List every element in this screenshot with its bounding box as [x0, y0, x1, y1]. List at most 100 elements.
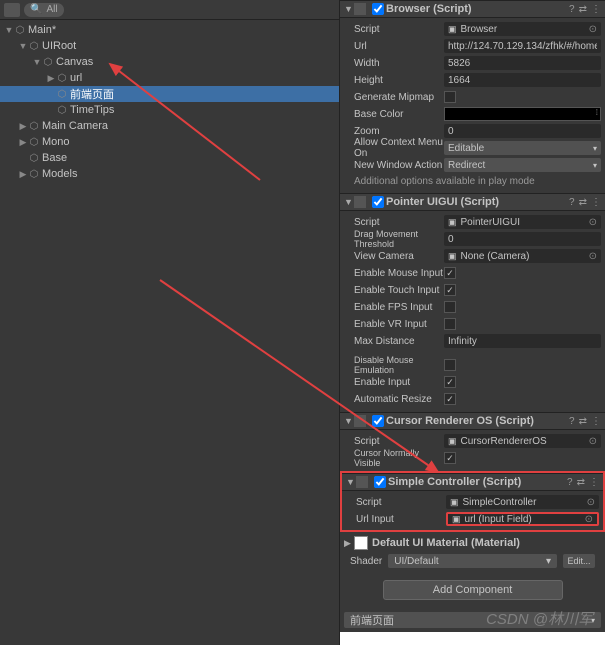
- menu-icon[interactable]: ⋮: [591, 197, 601, 208]
- edit-button[interactable]: Edit...: [563, 554, 595, 568]
- input-checkbox[interactable]: [444, 376, 456, 388]
- help-icon[interactable]: ?: [569, 197, 575, 208]
- maxdist-input[interactable]: [444, 334, 601, 348]
- enable-checkbox[interactable]: [372, 196, 384, 208]
- scene-name: Main*: [28, 24, 56, 36]
- tree-item-canvas[interactable]: ▼Canvas: [0, 54, 339, 70]
- object-picker-icon[interactable]: ⊙: [589, 251, 597, 262]
- camera-field[interactable]: None (Camera)⊙: [444, 249, 601, 263]
- material-preview[interactable]: [354, 536, 368, 550]
- tree-item-timetips[interactable]: TimeTips: [0, 102, 339, 118]
- expand-arrow[interactable]: ▶: [18, 121, 28, 132]
- preset-icon[interactable]: ⇄: [579, 4, 587, 15]
- script-field[interactable]: PointerUIGUI⊙: [444, 215, 601, 229]
- scene-icon: [14, 24, 26, 36]
- component-browser: ▼ Browser (Script) ?⇄⋮ ScriptBrowser⊙ Ur…: [340, 0, 605, 191]
- url-input-field[interactable]: url (Input Field)⊙: [446, 512, 599, 526]
- preset-icon[interactable]: ⇄: [579, 197, 587, 208]
- menu-icon[interactable]: ⋮: [589, 477, 599, 488]
- vr-checkbox[interactable]: [444, 318, 456, 330]
- tree-item-selected[interactable]: 前端页面: [0, 86, 339, 102]
- resize-checkbox[interactable]: [444, 393, 456, 405]
- width-input[interactable]: [444, 56, 601, 70]
- script-field[interactable]: CursorRendererOS⊙: [444, 434, 601, 448]
- bottom-dropdown[interactable]: 前端页面: [344, 612, 601, 628]
- menu-icon[interactable]: ⋮: [591, 4, 601, 15]
- tree-item-uiroot[interactable]: ▼UIRoot: [0, 38, 339, 54]
- gameobject-icon: [56, 104, 68, 116]
- add-component-button[interactable]: Add Component: [383, 580, 563, 600]
- component-header[interactable]: ▼ Cursor Renderer OS (Script) ?⇄⋮: [340, 412, 605, 430]
- drag-input[interactable]: [444, 232, 601, 246]
- fps-checkbox[interactable]: [444, 301, 456, 313]
- object-picker-icon[interactable]: ⊙: [589, 24, 597, 35]
- hierarchy-panel: 🔍 All ▼ Main* ▼UIRoot ▼Canvas ▶url 前端页面 …: [0, 0, 340, 645]
- info-note: Additional options available in play mod…: [344, 174, 601, 189]
- script-field[interactable]: SimpleController⊙: [446, 495, 599, 509]
- scene-root[interactable]: ▼ Main*: [0, 22, 339, 38]
- enable-checkbox[interactable]: [372, 415, 384, 427]
- shader-dropdown[interactable]: UI/Default: [388, 554, 557, 568]
- menu-icon[interactable]: ⋮: [591, 416, 601, 427]
- expand-arrow[interactable]: ▼: [32, 57, 42, 67]
- object-picker-icon[interactable]: ⊙: [587, 497, 595, 508]
- expand-arrow[interactable]: ▼: [4, 25, 14, 35]
- collapse-arrow[interactable]: ▼: [346, 477, 356, 487]
- context-dropdown[interactable]: Editable: [444, 141, 601, 155]
- object-picker-icon[interactable]: ⊙: [589, 217, 597, 228]
- collapse-arrow[interactable]: ▼: [344, 416, 354, 426]
- expand-arrow[interactable]: ▶: [46, 73, 56, 84]
- hierarchy-tree: ▼ Main* ▼UIRoot ▼Canvas ▶url 前端页面 TimeTi…: [0, 20, 339, 184]
- help-icon[interactable]: ?: [569, 416, 575, 427]
- search-icon: 🔍: [30, 4, 42, 15]
- enable-checkbox[interactable]: [372, 3, 384, 15]
- gameobject-icon: [42, 56, 54, 68]
- tree-item-base[interactable]: Base: [0, 150, 339, 166]
- object-picker-icon[interactable]: ⊙: [589, 436, 597, 447]
- expand-arrow[interactable]: ▶: [18, 137, 28, 148]
- touch-checkbox[interactable]: [444, 284, 456, 296]
- script-icon: [354, 196, 366, 208]
- emu-checkbox[interactable]: [444, 359, 456, 371]
- preset-icon[interactable]: ⇄: [577, 477, 585, 488]
- tree-item-url[interactable]: ▶url: [0, 70, 339, 86]
- collapse-arrow[interactable]: ▼: [344, 4, 354, 14]
- search-field[interactable]: 🔍 All: [24, 3, 64, 17]
- collapse-arrow[interactable]: ▼: [344, 197, 354, 207]
- gameobject-icon: [28, 136, 40, 148]
- enable-checkbox[interactable]: [374, 476, 386, 488]
- gameobject-icon: [28, 40, 40, 52]
- script-field[interactable]: Browser⊙: [444, 22, 601, 36]
- preview-area: [340, 632, 605, 645]
- script-icon: [354, 3, 366, 15]
- mouse-checkbox[interactable]: [444, 267, 456, 279]
- component-header[interactable]: ▼ Browser (Script) ?⇄⋮: [340, 0, 605, 18]
- help-icon[interactable]: ?: [567, 477, 573, 488]
- hierarchy-toolbar: 🔍 All: [0, 0, 339, 20]
- gameobject-icon: [28, 168, 40, 180]
- url-input[interactable]: [444, 39, 601, 53]
- color-picker[interactable]: [444, 107, 601, 121]
- object-picker-icon[interactable]: ⊙: [585, 514, 593, 525]
- preset-icon[interactable]: ⇄: [579, 416, 587, 427]
- newwindow-dropdown[interactable]: Redirect: [444, 158, 601, 172]
- component-simple-controller: ▼ Simple Controller (Script) ?⇄⋮ ScriptS…: [340, 471, 605, 532]
- tree-item-mono[interactable]: ▶Mono: [0, 134, 339, 150]
- gameobject-icon: [28, 152, 40, 164]
- tree-item-models[interactable]: ▶Models: [0, 166, 339, 182]
- expand-arrow[interactable]: ▼: [18, 41, 28, 51]
- height-input[interactable]: [444, 73, 601, 87]
- component-header[interactable]: ▼ Pointer UIGUI (Script) ?⇄⋮: [340, 193, 605, 211]
- collapse-arrow[interactable]: ▶: [344, 538, 354, 549]
- create-button[interactable]: [4, 3, 20, 17]
- zoom-input[interactable]: [444, 124, 601, 138]
- mipmap-checkbox[interactable]: [444, 91, 456, 103]
- search-placeholder: All: [46, 4, 57, 15]
- visible-checkbox[interactable]: [444, 452, 456, 464]
- gameobject-icon: [56, 88, 68, 100]
- component-header[interactable]: ▼ Simple Controller (Script) ?⇄⋮: [342, 473, 603, 491]
- gameobject-icon: [28, 120, 40, 132]
- help-icon[interactable]: ?: [569, 4, 575, 15]
- tree-item-camera[interactable]: ▶Main Camera: [0, 118, 339, 134]
- expand-arrow[interactable]: ▶: [18, 169, 28, 180]
